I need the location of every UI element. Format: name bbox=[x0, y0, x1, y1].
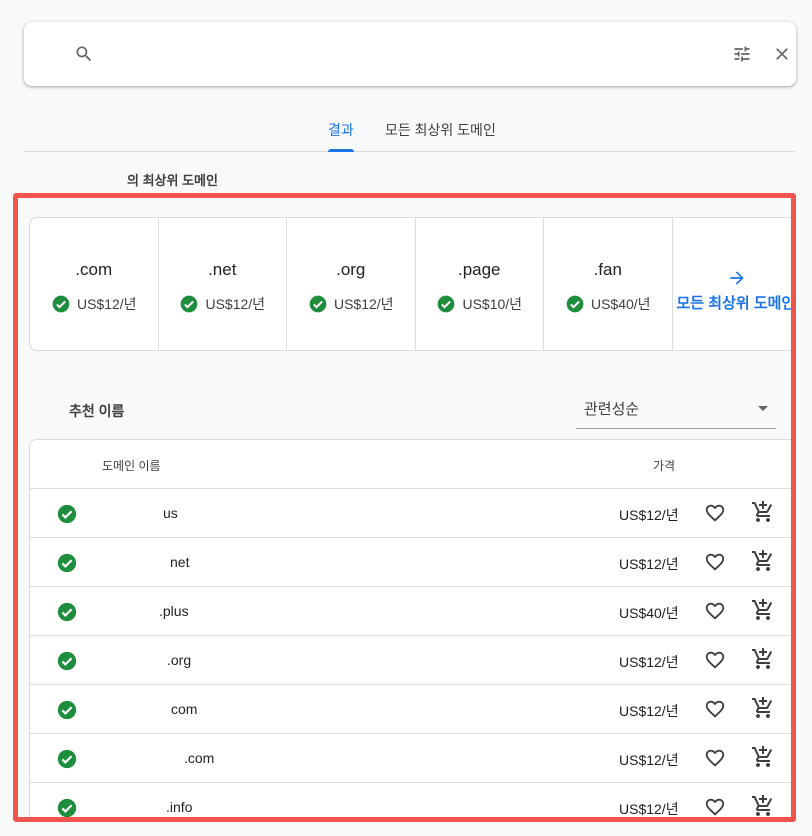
tld-card-org[interactable]: .org US$12/년 bbox=[287, 218, 416, 350]
tab-bar: 결과 모든 최상위 도메인 bbox=[24, 106, 795, 152]
add-to-cart-icon[interactable] bbox=[751, 696, 775, 720]
tab-all-tlds[interactable]: 모든 최상위 도메인 bbox=[385, 120, 496, 140]
heart-outline-icon[interactable] bbox=[704, 600, 726, 622]
suggestions-table: 도메인 이름 가격 us US$12/년 net US$12/년 .plus U… bbox=[29, 439, 791, 817]
heart-outline-icon[interactable] bbox=[704, 796, 726, 817]
search-icon[interactable] bbox=[74, 44, 94, 64]
check-circle-icon bbox=[56, 503, 77, 524]
domain-price: US$12/년 bbox=[619, 556, 679, 572]
check-circle-icon bbox=[565, 294, 585, 314]
tld-price: US$12/년 bbox=[76, 296, 137, 312]
domain-name: .com bbox=[184, 750, 215, 766]
domain-name: com bbox=[171, 701, 198, 717]
domain-name: .info bbox=[166, 799, 193, 815]
search-input[interactable] bbox=[110, 34, 710, 74]
domain-name: net bbox=[170, 554, 190, 570]
tld-name: .org bbox=[336, 260, 366, 279]
table-row[interactable]: .plus US$40/년 bbox=[30, 586, 791, 635]
tld-card-strip: .com US$12/년 .net US$12/년 .org US$12/년 .… bbox=[29, 217, 796, 351]
add-to-cart-icon[interactable] bbox=[751, 794, 775, 817]
table-row[interactable]: com US$12/년 bbox=[30, 684, 791, 733]
tld-card-com[interactable]: .com US$12/년 bbox=[30, 218, 159, 350]
heart-outline-icon[interactable] bbox=[704, 698, 726, 720]
all-tlds-label: 모든 최상위 도메인 bbox=[676, 295, 796, 312]
table-row[interactable]: net US$12/년 bbox=[30, 537, 791, 586]
domain-price: US$40/년 bbox=[619, 605, 679, 621]
tld-card-page[interactable]: .page US$10/년 bbox=[416, 218, 544, 350]
sort-select[interactable]: 관련성순 bbox=[576, 389, 776, 429]
add-to-cart-icon[interactable] bbox=[751, 500, 775, 524]
table-row[interactable]: .org US$12/년 bbox=[30, 635, 791, 684]
tld-price: US$12/년 bbox=[205, 296, 266, 312]
table-row[interactable]: .com US$12/년 bbox=[30, 733, 791, 782]
domain-price: US$12/년 bbox=[619, 654, 679, 670]
tld-name: .page bbox=[457, 260, 501, 279]
domain-name: us bbox=[163, 505, 178, 521]
tld-name: .net bbox=[208, 260, 237, 279]
heart-outline-icon[interactable] bbox=[704, 502, 726, 524]
highlight-box: .com US$12/년 .net US$12/년 .org US$12/년 .… bbox=[13, 193, 796, 822]
close-icon[interactable] bbox=[772, 44, 792, 64]
check-circle-icon bbox=[308, 294, 328, 314]
add-to-cart-icon[interactable] bbox=[751, 745, 775, 769]
check-circle-icon bbox=[436, 294, 456, 314]
add-to-cart-icon[interactable] bbox=[751, 598, 775, 622]
heart-outline-icon[interactable] bbox=[704, 747, 726, 769]
tld-name: .fan bbox=[593, 260, 622, 279]
tld-price: US$10/년 bbox=[462, 296, 523, 312]
tld-card-fan[interactable]: .fan US$40/년 bbox=[544, 218, 673, 350]
arrow-right-icon bbox=[727, 268, 747, 288]
tld-name: .com bbox=[75, 260, 113, 279]
check-circle-icon bbox=[56, 650, 77, 671]
domain-price: US$12/년 bbox=[619, 801, 679, 817]
domain-name: .plus bbox=[159, 603, 189, 619]
tld-price: US$40/년 bbox=[590, 296, 651, 312]
tab-results[interactable]: 결과 bbox=[328, 120, 354, 152]
section-label: 의 최상위 도메인 bbox=[127, 173, 218, 188]
check-circle-icon bbox=[51, 294, 71, 314]
domain-price: US$12/년 bbox=[619, 703, 679, 719]
heart-outline-icon[interactable] bbox=[704, 649, 726, 671]
suggestions-title: 추천 이름 bbox=[69, 403, 125, 419]
tld-price: US$12/년 bbox=[333, 296, 394, 312]
domain-price: US$12/년 bbox=[619, 507, 679, 523]
check-circle-icon bbox=[179, 294, 199, 314]
column-header-price: 가격 bbox=[653, 459, 676, 473]
all-tlds-link[interactable]: 모든 최상위 도메인 bbox=[673, 218, 796, 350]
tune-icon[interactable] bbox=[732, 44, 752, 64]
check-circle-icon bbox=[56, 797, 77, 817]
table-row[interactable]: us US$12/년 bbox=[30, 488, 791, 537]
check-circle-icon bbox=[56, 699, 77, 720]
search-bar bbox=[24, 22, 796, 86]
check-circle-icon bbox=[56, 601, 77, 622]
sort-selected-value: 관련성순 bbox=[584, 401, 640, 418]
table-row[interactable]: .info US$12/년 bbox=[30, 782, 791, 817]
check-circle-icon bbox=[56, 748, 77, 769]
column-header-name: 도메인 이름 bbox=[102, 459, 161, 473]
heart-outline-icon[interactable] bbox=[704, 551, 726, 573]
check-circle-icon bbox=[56, 552, 77, 573]
tld-card-net[interactable]: .net US$12/년 bbox=[159, 218, 287, 350]
domain-name: .org bbox=[167, 652, 192, 668]
domain-price: US$12/년 bbox=[619, 752, 679, 768]
dropdown-caret-icon bbox=[758, 406, 768, 411]
add-to-cart-icon[interactable] bbox=[751, 549, 775, 573]
add-to-cart-icon[interactable] bbox=[751, 647, 775, 671]
